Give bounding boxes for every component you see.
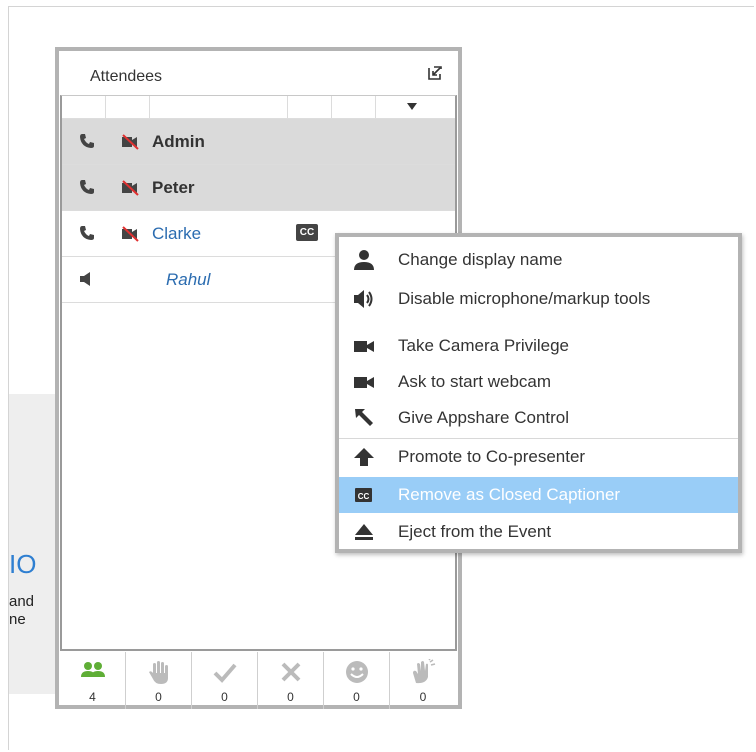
phone-icon (80, 226, 94, 240)
column-header[interactable] (150, 96, 288, 118)
feedback-raise-hand[interactable]: 0 (126, 652, 192, 709)
cursor-arrow-icon (355, 409, 373, 426)
menu-item-label: Ask to start webcam (398, 372, 552, 391)
menu-item-label: Eject from the Event (398, 522, 552, 541)
menu-item-label: Give Appshare Control (398, 408, 570, 427)
sort-arrow-icon[interactable] (407, 103, 417, 110)
context-menu: Change display name Disable microphone/m… (335, 233, 742, 553)
column-header[interactable] (106, 96, 150, 118)
menu-item-label: Disable microphone/markup tools (398, 289, 651, 308)
menu-item-label: Remove as Closed Captioner (398, 485, 621, 504)
feedback-count: 0 (287, 690, 294, 704)
users-icon (81, 662, 105, 677)
feedback-count: 0 (353, 690, 360, 704)
camera-off-icon (122, 180, 139, 196)
background-text-line: ne (9, 611, 26, 628)
popout-icon[interactable] (428, 66, 442, 80)
menu-item-ask-to-start-webcam[interactable]: Ask to start webcam (339, 364, 738, 400)
menu-item-take-camera-privilege[interactable]: Take Camera Privilege (339, 328, 738, 364)
attendees-title: Attendees (90, 68, 163, 85)
menu-item-label: Take Camera Privilege (398, 336, 570, 355)
menu-item-promote-to-co-presenter[interactable]: Promote to Co-presenter (339, 438, 738, 475)
attendee-row[interactable]: Peter (62, 165, 455, 211)
closed-caption-icon: CC (355, 488, 372, 502)
camera-off-icon (122, 134, 139, 150)
eject-icon (355, 524, 373, 540)
menu-item-give-appshare-control[interactable]: Give Appshare Control (339, 400, 738, 436)
smiley-icon (346, 661, 368, 683)
menu-item-eject-from-event[interactable]: Eject from the Event (339, 514, 738, 550)
camera-icon (354, 341, 374, 352)
speaker-icon (80, 272, 90, 286)
feedback-disagree[interactable]: 0 (258, 652, 324, 709)
menu-item-label: Change display name (398, 250, 563, 269)
feedback-smile[interactable]: 0 (324, 652, 390, 709)
feedback-count: 4 (89, 690, 96, 704)
menu-item-change-display-name[interactable]: Change display name (339, 242, 738, 278)
background-panel (9, 394, 59, 694)
attendee-name: Peter (152, 178, 195, 197)
attendee-name: Admin (152, 132, 205, 151)
feedback-agree[interactable]: 0 (192, 652, 258, 709)
column-header[interactable] (332, 96, 376, 118)
feedback-users[interactable]: 4 (60, 652, 126, 709)
phone-icon (80, 134, 94, 148)
arrow-up-icon (354, 448, 374, 466)
applause-icon (413, 659, 436, 684)
attendee-row[interactable]: Admin (62, 119, 455, 165)
feedback-count: 0 (419, 690, 427, 704)
feedback-applause[interactable]: 0 (390, 652, 456, 709)
checkmark-icon (213, 663, 237, 683)
cross-icon (281, 662, 301, 682)
camera-icon (354, 377, 374, 388)
svg-text:CC: CC (358, 492, 370, 501)
person-icon (354, 250, 374, 270)
background-heading-fragment: IO (9, 549, 37, 579)
column-header[interactable] (62, 96, 106, 118)
background-text-line: and (9, 593, 35, 610)
phone-icon (80, 180, 94, 194)
menu-item-disable-microphone[interactable]: Disable microphone/markup tools (339, 281, 738, 317)
feedback-bar: 4 0 0 0 0 0 (60, 652, 457, 709)
list-header (62, 96, 455, 119)
column-header[interactable] (288, 96, 332, 118)
closed-caption-badge: CC (296, 224, 318, 241)
attendee-name: Rahul (166, 270, 211, 289)
raise-hand-icon (149, 661, 168, 684)
speaker-icon (354, 290, 373, 308)
menu-item-remove-closed-captioner[interactable]: CC Remove as Closed Captioner (339, 477, 738, 513)
feedback-count: 0 (155, 690, 162, 704)
feedback-count: 0 (221, 690, 228, 704)
attendee-name: Clarke (152, 224, 202, 243)
camera-off-icon (122, 226, 139, 242)
menu-item-label: Promote to Co-presenter (398, 447, 586, 466)
